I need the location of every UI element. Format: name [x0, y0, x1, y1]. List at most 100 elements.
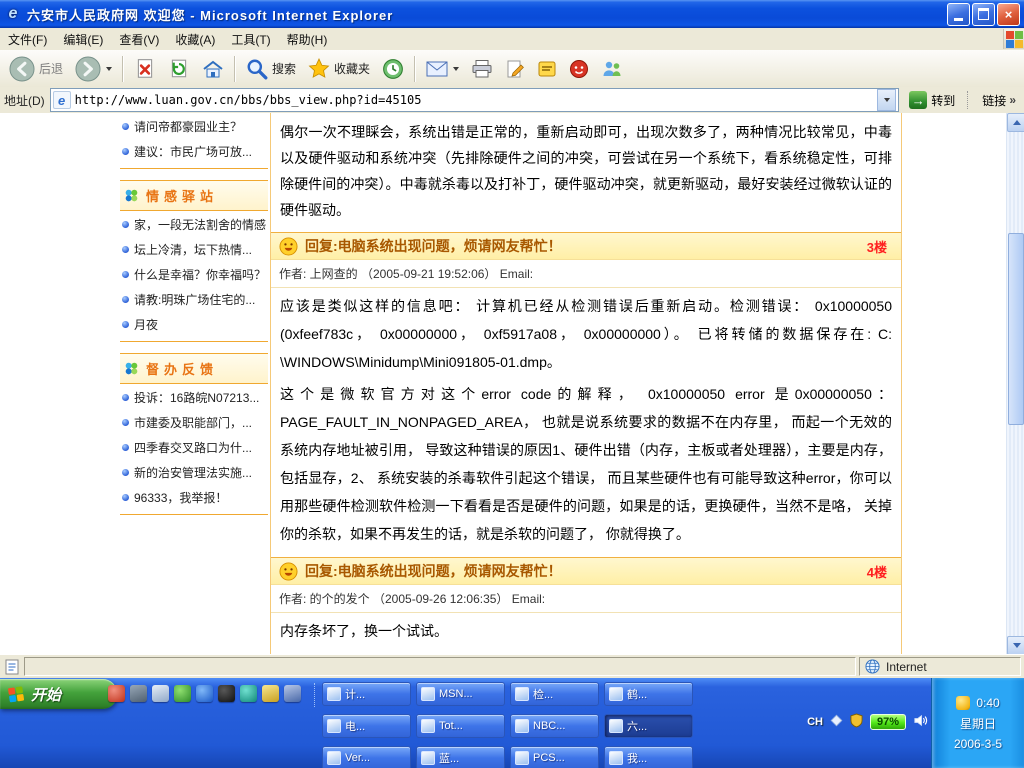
menu-tools[interactable]: 工具(T) — [223, 28, 278, 51]
links-button[interactable]: 链接 » — [978, 92, 1020, 109]
sidebar-link[interactable]: 请问帝都豪园业主？ — [120, 114, 268, 139]
tray-shield-icon[interactable] — [850, 713, 863, 731]
menu-help[interactable]: 帮助(H) — [279, 28, 336, 51]
taskbar-button[interactable]: 计... — [322, 682, 411, 706]
quick-launch-icon-7[interactable] — [240, 685, 257, 702]
history-button[interactable] — [377, 56, 409, 82]
home-icon — [202, 59, 224, 79]
quick-launch-icon-1[interactable] — [108, 685, 125, 702]
address-label: 地址(D) — [4, 92, 45, 109]
taskbar-button[interactable]: PCS... — [510, 746, 599, 768]
favorites-button[interactable]: 收藏夹 — [303, 56, 375, 82]
menu-edit[interactable]: 编辑(E) — [55, 28, 111, 51]
discuss-note-icon — [537, 59, 557, 79]
windows-flag-icon — [7, 685, 25, 703]
menu-view[interactable]: 查看(V) — [111, 28, 167, 51]
sidebar-link[interactable]: 投诉：16路皖N07213... — [120, 385, 268, 410]
taskbar-button[interactable]: 电... — [322, 714, 411, 738]
tray-diamond-icon[interactable] — [830, 714, 843, 730]
print-button[interactable] — [466, 57, 498, 81]
stop-button[interactable] — [129, 56, 161, 82]
taskbar-button[interactable]: 检... — [510, 682, 599, 706]
sidebar-link[interactable]: 建议：市民广场可放... — [120, 139, 268, 164]
quick-launch-icon-5[interactable] — [196, 685, 213, 702]
sidebar-link[interactable]: 96333，我举报！ — [120, 485, 268, 510]
taskbar-button[interactable]: 鹤... — [604, 682, 693, 706]
minimize-button[interactable] — [947, 3, 970, 26]
sidebar-link[interactable]: 市建委及职能部门，... — [120, 410, 268, 435]
language-indicator[interactable]: CH — [807, 716, 823, 728]
task-buttons: 计... MSN... 检... 鹤... 电... Tot... NBC...… — [322, 682, 746, 768]
forward-button[interactable] — [70, 54, 117, 84]
title-bar: e 六安市人民政府网 欢迎您 - Microsoft Internet Expl… — [0, 0, 1024, 28]
quick-launch-icon-6[interactable] — [218, 685, 235, 702]
back-button[interactable]: 后退 — [4, 54, 68, 84]
taskbar-button[interactable]: MSN... — [416, 682, 505, 706]
taskbar-button[interactable]: 蓝... — [416, 746, 505, 768]
sidebar-link[interactable]: 新的治安管理法实施... — [120, 460, 268, 485]
refresh-button[interactable] — [163, 56, 195, 82]
edit-button[interactable] — [500, 57, 530, 81]
menu-file[interactable]: 文件(F) — [0, 28, 55, 51]
volume-icon[interactable] — [913, 713, 928, 731]
reply-header-3: 回复:电脑系统出现问题，烦请网友帮忙！ 3楼 — [271, 232, 901, 260]
app-icon — [327, 751, 341, 765]
zone-label: Internet — [886, 660, 927, 674]
sidebar-link[interactable]: 坛上冷清，坛下热情... — [120, 237, 268, 262]
mail-icon — [426, 61, 448, 77]
address-input[interactable]: e http://www.luan.gov.cn/bbs/bbs_view.ph… — [50, 88, 900, 112]
toolbar-handle[interactable] — [967, 91, 971, 109]
tray-app-icon[interactable] — [956, 696, 970, 710]
scroll-down-button[interactable] — [1007, 636, 1024, 655]
search-button[interactable]: 搜索 — [241, 56, 301, 82]
url-text[interactable]: http://www.luan.gov.cn/bbs/bbs_view.php?… — [75, 93, 874, 107]
battery-indicator[interactable]: 97% — [870, 714, 906, 730]
go-arrow-icon: → — [909, 91, 927, 109]
quick-launch-icon-9[interactable] — [284, 685, 301, 702]
bullet-icon — [122, 123, 129, 130]
quick-launch-icon-4[interactable] — [174, 685, 191, 702]
reply-text: 应该是类似这样的信息吧： 计算机已经从检测错误后重新启动。检测错误： 0x100… — [280, 292, 892, 376]
taskbar-button[interactable]: 我... — [604, 746, 693, 768]
reply-title: 回复:电脑系统出现问题，烦请网友帮忙！ — [305, 236, 860, 256]
back-icon — [9, 56, 35, 82]
app-icon — [515, 687, 529, 701]
bullet-icon — [122, 148, 129, 155]
chat-button[interactable] — [564, 57, 594, 81]
go-button[interactable]: → 转到 — [904, 90, 960, 110]
start-button[interactable]: 开始 — [0, 679, 117, 709]
standard-buttons-toolbar: 后退 搜索 收藏夹 — [0, 50, 1024, 88]
taskbar-divider — [314, 683, 318, 707]
window-title: 六安市人民政府网 欢迎您 - Microsoft Internet Explor… — [27, 5, 942, 24]
maximize-button[interactable] — [972, 3, 995, 26]
mail-dropdown-icon[interactable] — [453, 67, 459, 71]
address-dropdown-button[interactable] — [877, 89, 896, 111]
page-icon — [3, 659, 21, 675]
quick-launch-icon-2[interactable] — [130, 685, 147, 702]
quick-launch-icon-3[interactable] — [152, 685, 169, 702]
forward-dropdown-icon[interactable] — [106, 67, 112, 71]
taskbar-button-active[interactable]: 六... — [604, 714, 693, 738]
discuss-button[interactable] — [532, 57, 562, 81]
vertical-scrollbar[interactable] — [1006, 113, 1024, 655]
scroll-up-button[interactable] — [1007, 113, 1024, 132]
internet-globe-icon — [865, 659, 880, 674]
scrollbar-thumb[interactable] — [1008, 233, 1024, 425]
mail-button[interactable] — [421, 59, 464, 79]
clock-panel[interactable]: 0:40 星期日 2006-3-5 — [931, 678, 1024, 768]
chat-icon — [569, 59, 589, 79]
menu-favorites[interactable]: 收藏(A) — [167, 28, 223, 51]
home-button[interactable] — [197, 57, 229, 81]
app-icon — [421, 687, 435, 701]
taskbar-button[interactable]: Tot... — [416, 714, 505, 738]
sidebar-link[interactable]: 家，一段无法割舍的情感 — [120, 212, 268, 237]
taskbar-button[interactable]: NBC... — [510, 714, 599, 738]
quick-launch-icon-8[interactable] — [262, 685, 279, 702]
taskbar-button[interactable]: Ver... — [322, 746, 411, 768]
sidebar-link[interactable]: 什么是幸福？你幸福吗？ — [120, 262, 268, 287]
sidebar-link[interactable]: 四季春交叉路口为什... — [120, 435, 268, 460]
sidebar-link[interactable]: 请教:明珠广场住宅的... — [120, 287, 268, 312]
sidebar-link[interactable]: 月夜 — [120, 312, 268, 337]
messenger-button[interactable] — [596, 57, 628, 81]
close-button[interactable]: × — [997, 3, 1020, 26]
